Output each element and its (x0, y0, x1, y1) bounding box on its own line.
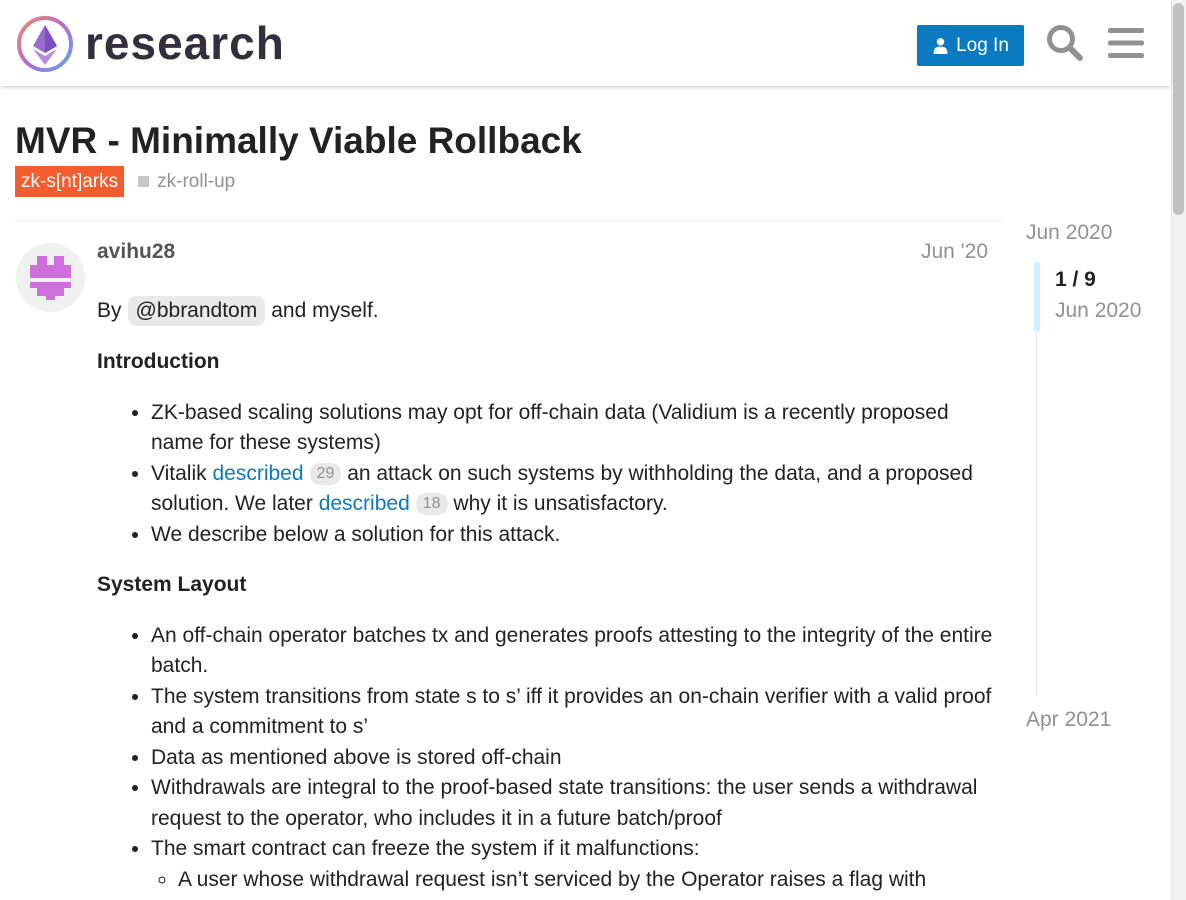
intro-list: ZK-based scaling solutions may opt for o… (97, 398, 997, 551)
list-item: Withdrawals are integral to the proof-ba… (151, 773, 997, 834)
avatar-icon (16, 243, 85, 312)
list-item: Data as mentioned above is stored off-ch… (151, 743, 997, 774)
byline-prefix: By (97, 298, 122, 322)
user-icon (933, 38, 948, 54)
site-header: research Log In (0, 0, 1171, 86)
timeline-position: 1 / 9 (1055, 268, 1096, 291)
tag-label: zk-roll-up (157, 170, 236, 192)
click-count-badge: 18 (415, 493, 448, 515)
timeline-handle[interactable] (1034, 262, 1040, 332)
search-icon[interactable] (1045, 23, 1085, 63)
layout-list: An off-chain operator batches tx and gen… (97, 621, 997, 896)
byline-suffix: and myself. (271, 298, 379, 322)
timeline-current-date: Jun 2020 (1055, 299, 1142, 322)
list-item: The smart contract can freeze the system… (151, 834, 997, 895)
post-username[interactable]: avihu28 (97, 240, 175, 264)
post-body: By @bbrandtom and myself. Introduction Z… (97, 295, 997, 895)
list-item: Vitalik described29 an attack on such sy… (151, 459, 997, 520)
login-label: Log In (956, 34, 1009, 56)
category-badge[interactable]: zk-s[nt]arks (15, 166, 125, 197)
timeline-start-date[interactable]: Jun 2020 (1026, 221, 1112, 245)
text: The smart contract can freeze the system… (151, 837, 700, 860)
byline: By @bbrandtom and myself. (97, 295, 997, 327)
sub-list: A user whose withdrawal request isn’t se… (151, 865, 997, 896)
post-date[interactable]: Jun '20 (921, 240, 988, 264)
list-item: We describe below a solution for this at… (151, 520, 997, 551)
intro-heading: Introduction (97, 350, 220, 373)
timeline-end-date[interactable]: Apr 2021 (1026, 708, 1111, 732)
text: why it is unsatisfactory. (453, 492, 668, 515)
tag-square-icon (138, 176, 150, 187)
list-item: An off-chain operator batches tx and gen… (151, 621, 997, 682)
sub-list-item: A user whose withdrawal request isn’t se… (178, 865, 997, 896)
divider (15, 220, 1003, 221)
topic-tags: zk-s[nt]arks zk-roll-up (15, 166, 235, 197)
avatar[interactable] (16, 243, 85, 312)
user-mention[interactable]: @bbrandtom (127, 296, 266, 326)
tag-zk-roll-up[interactable]: zk-roll-up (138, 171, 235, 193)
list-item: The system transitions from state s to s… (151, 682, 997, 743)
layout-heading: System Layout (97, 573, 247, 596)
topic-title[interactable]: MVR - Minimally Viable Rollback (15, 118, 582, 164)
described-link-2[interactable]: described (319, 492, 410, 515)
hamburger-menu-icon[interactable] (1108, 27, 1144, 59)
research-logo-icon[interactable] (16, 15, 74, 73)
login-button[interactable]: Log In (917, 25, 1024, 66)
text: Vitalik (151, 461, 207, 485)
click-count-badge: 29 (309, 462, 342, 485)
described-link-1[interactable]: described (212, 462, 303, 485)
scrollbar-thumb[interactable] (1173, 3, 1184, 215)
list-item: ZK-based scaling solutions may opt for o… (151, 398, 997, 459)
site-name[interactable]: research (85, 14, 285, 72)
